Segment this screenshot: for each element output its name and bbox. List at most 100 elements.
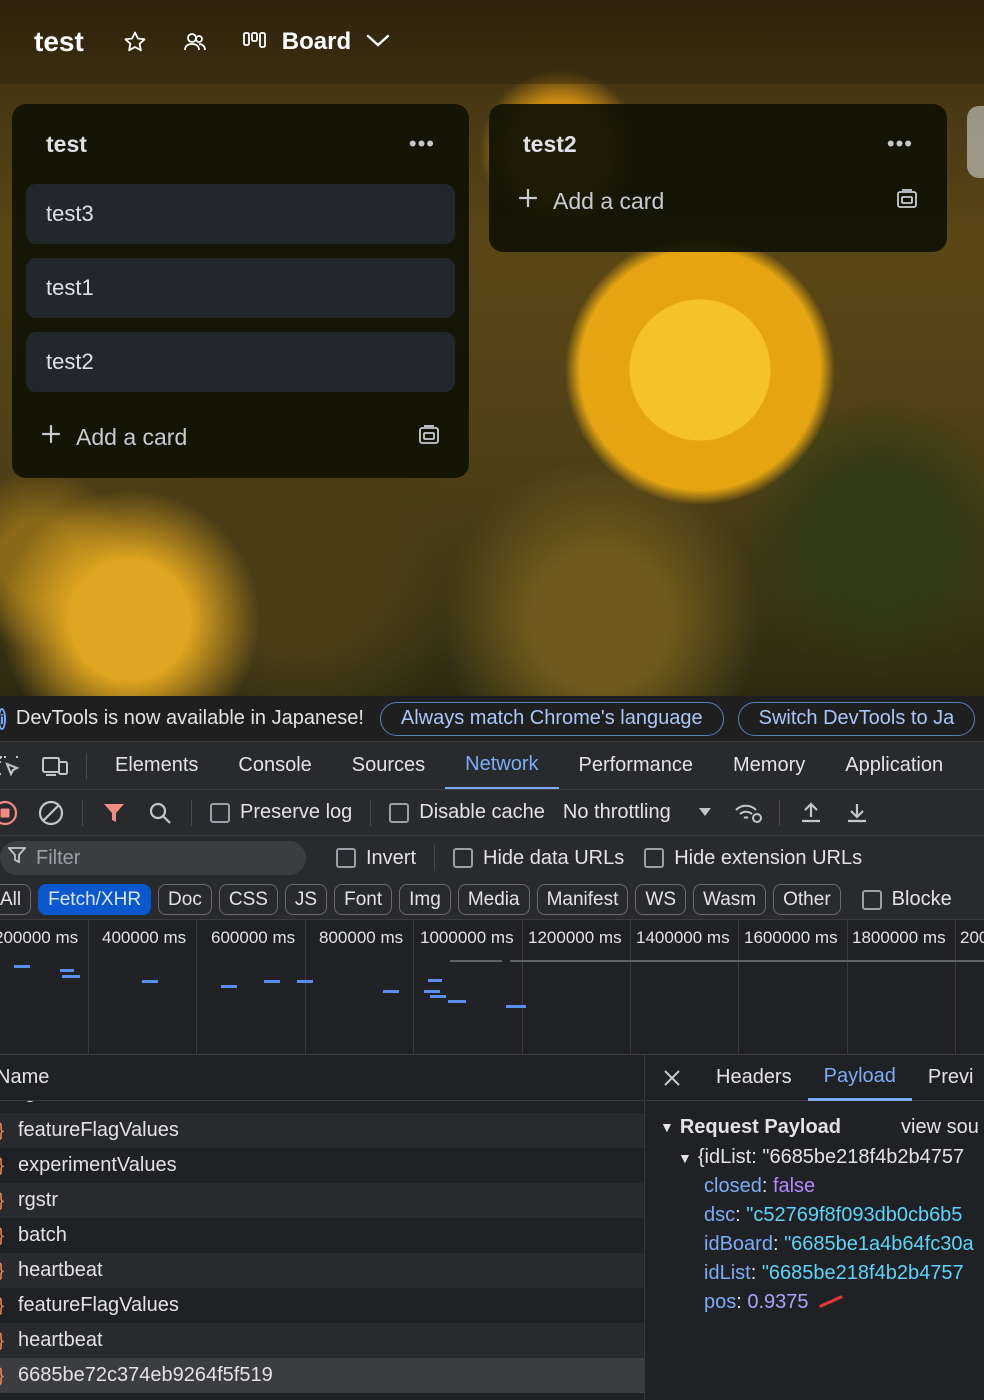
type-css[interactable]: CSS: [218, 884, 278, 915]
network-conditions-icon[interactable]: [733, 798, 763, 828]
type-ws[interactable]: WS: [635, 884, 686, 915]
tab-performance[interactable]: Performance: [559, 742, 714, 789]
view-switcher[interactable]: Board: [242, 28, 391, 56]
timeline-bar: [428, 979, 442, 982]
hide-extension-urls-checkbox[interactable]: Hide extension URLs: [644, 847, 862, 870]
add-card-label: Add a card: [76, 423, 188, 450]
divider: [370, 799, 372, 826]
type-wasm[interactable]: Wasm: [693, 884, 767, 915]
timeline-bar: [264, 980, 280, 983]
type-js[interactable]: JS: [284, 884, 328, 915]
type-font[interactable]: Font: [334, 884, 393, 915]
list-title[interactable]: test2: [523, 131, 577, 158]
checkbox-box: [210, 802, 230, 823]
column-header-name[interactable]: Name: [0, 1055, 644, 1101]
timeline-bar: [448, 1000, 466, 1003]
workspace-visibility-icon[interactable]: [182, 29, 208, 55]
table-row[interactable]: {} featureFlagValues: [0, 1288, 644, 1323]
type-manifest[interactable]: Manifest: [536, 884, 629, 915]
board-title[interactable]: test: [34, 26, 84, 58]
invert-checkbox[interactable]: Invert: [336, 847, 416, 870]
tab-console[interactable]: Console: [218, 742, 331, 789]
more-options-icon[interactable]: •••: [887, 131, 913, 157]
field-value: 0.9375: [747, 1291, 809, 1313]
switch-language-button[interactable]: Switch DevTools to Ja: [737, 701, 976, 736]
plus-icon: [517, 187, 539, 215]
timeline-gridline: [847, 920, 848, 1054]
list-title[interactable]: test: [46, 131, 87, 158]
export-har-icon[interactable]: [842, 798, 872, 828]
timeline-gridline: [88, 920, 89, 1054]
filter-placeholder: Filter: [36, 846, 81, 869]
request-detail-panel: Headers Payload Previ ▼ Request Payload …: [646, 1055, 984, 1400]
tab-preview[interactable]: Previ: [912, 1055, 984, 1101]
add-card-button[interactable]: Add a card: [517, 187, 664, 215]
timeline-bar: [142, 980, 158, 983]
checkbox-box: [644, 848, 665, 868]
network-overview-timeline[interactable]: 200000 ms 400000 ms 600000 ms 800000 ms …: [0, 920, 984, 1055]
type-all[interactable]: All: [0, 884, 32, 915]
tab-memory[interactable]: Memory: [713, 742, 825, 789]
field-key: pos: [704, 1291, 737, 1313]
table-row[interactable]: rgstr: [0, 1101, 644, 1113]
type-media[interactable]: Media: [457, 884, 530, 915]
add-list-button[interactable]: [967, 106, 984, 178]
timeline-gridline: [413, 920, 414, 1054]
divider: [86, 752, 87, 779]
view-source-link[interactable]: view sou: [901, 1116, 979, 1139]
payload-root[interactable]: ▼ {idList: "6685be218f4b2b4757: [660, 1143, 984, 1172]
checkbox-box: [389, 802, 410, 823]
tab-payload[interactable]: Payload: [807, 1055, 912, 1101]
type-doc[interactable]: Doc: [158, 884, 212, 915]
tab-headers[interactable]: Headers: [700, 1055, 808, 1101]
resource-type-filter: All Fetch/XHR Doc CSS JS Font Img Media …: [0, 880, 984, 920]
field-key: idBoard: [704, 1233, 773, 1255]
import-har-icon[interactable]: [796, 798, 826, 828]
type-other[interactable]: Other: [773, 884, 841, 915]
type-img[interactable]: Img: [399, 884, 451, 915]
detail-tabbar: Headers Payload Previ: [646, 1055, 984, 1101]
clear-icon[interactable]: [36, 798, 66, 828]
timeline-gridline: [305, 920, 306, 1054]
divider: [778, 799, 780, 826]
card-template-icon[interactable]: [895, 188, 919, 215]
hide-data-urls-checkbox[interactable]: Hide data URLs: [453, 847, 624, 870]
blocked-requests-checkbox[interactable]: Blocke: [861, 888, 952, 911]
filter-funnel-icon[interactable]: [99, 798, 129, 828]
tab-sources[interactable]: Sources: [332, 742, 445, 789]
inspect-element-icon[interactable]: [0, 751, 24, 781]
device-toolbar-icon[interactable]: [40, 751, 70, 781]
xhr-icon: {}: [0, 1190, 10, 1211]
table-row[interactable]: {} featureFlagValues: [0, 1113, 644, 1148]
card[interactable]: test3: [26, 184, 455, 244]
throttling-select[interactable]: No throttling: [563, 801, 713, 824]
table-row-selected[interactable]: {} 6685be72c374eb9264f5f519: [0, 1358, 644, 1393]
tab-application[interactable]: Application: [825, 742, 963, 789]
timeline-label: 1200000 ms: [528, 928, 622, 947]
timeline-label: 1000000 ms: [420, 928, 514, 947]
card[interactable]: test1: [26, 258, 455, 318]
disable-cache-checkbox[interactable]: Disable cache: [389, 801, 545, 824]
table-row[interactable]: {} heartbeat: [0, 1323, 644, 1358]
filter-input[interactable]: Filter: [0, 841, 306, 875]
add-card-button[interactable]: Add a card: [40, 423, 187, 451]
table-row[interactable]: {} batch: [0, 1218, 644, 1253]
payload-section-header[interactable]: ▼ Request Payload view sou: [660, 1111, 984, 1143]
request-name: rgstr: [18, 1189, 58, 1211]
match-language-button[interactable]: Always match Chrome's language: [379, 701, 724, 736]
table-row[interactable]: {} heartbeat: [0, 1253, 644, 1288]
close-icon[interactable]: [646, 1055, 700, 1101]
preserve-log-checkbox[interactable]: Preserve log: [210, 801, 352, 824]
tab-network[interactable]: Network: [445, 742, 559, 789]
table-row[interactable]: {} experimentValues: [0, 1148, 644, 1183]
star-icon[interactable]: [122, 29, 148, 55]
record-stop-icon[interactable]: [0, 798, 20, 828]
search-icon[interactable]: [145, 798, 175, 828]
card-template-icon[interactable]: [417, 424, 441, 451]
table-row[interactable]: {} rgstr: [0, 1183, 644, 1218]
tab-elements[interactable]: Elements: [95, 742, 218, 789]
timeline-bar: [221, 985, 237, 988]
more-options-icon[interactable]: •••: [409, 131, 435, 157]
type-fetch-xhr[interactable]: Fetch/XHR: [38, 884, 152, 915]
card[interactable]: test2: [26, 332, 455, 392]
